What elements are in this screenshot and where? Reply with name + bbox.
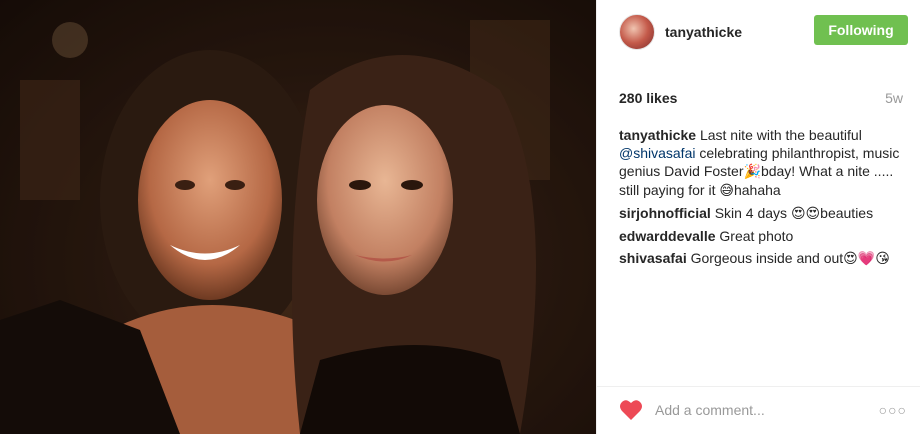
post-sidebar: tanyathicke Following 280 likes 5w tanya… — [596, 0, 920, 434]
post-header: tanyathicke Following — [597, 0, 920, 64]
comment-author[interactable]: tanyathicke — [619, 127, 696, 143]
comment: edwarddevalle Great photo — [619, 227, 909, 245]
add-comment-input[interactable] — [655, 401, 875, 418]
instagram-post: tanyathicke Following 280 likes 5w tanya… — [0, 0, 920, 434]
comment-text-after: beauties — [820, 205, 874, 221]
comment-text: Gorgeous inside and out — [690, 250, 844, 266]
post-age[interactable]: 5w — [885, 90, 903, 106]
more-options-icon[interactable]: ○○○ — [879, 403, 907, 417]
stats-row: 280 likes 5w — [619, 90, 903, 106]
comment-text: Skin 4 days — [714, 205, 791, 221]
photo-illustration — [0, 0, 596, 434]
comment-list: tanyathicke Last nite with the beautiful… — [619, 126, 909, 272]
comment: shivasafai Gorgeous inside and out😍💗😘 — [619, 249, 909, 268]
comment-text: Great photo — [719, 228, 794, 244]
comment-author[interactable]: sirjohnofficial — [619, 205, 711, 221]
comment-author[interactable]: edwarddevalle — [619, 228, 716, 244]
caption-text-4: hahaha — [733, 182, 781, 198]
party-popper-icon: 🎉 — [743, 164, 761, 180]
heart-eyes-icon: 😍😍 — [790, 206, 821, 222]
sweat-smile-icon: 😅 — [719, 183, 734, 199]
caption: tanyathicke Last nite with the beautiful… — [619, 126, 909, 200]
heart-icon[interactable] — [619, 399, 643, 421]
comment-footer: ○○○ — [597, 386, 920, 432]
post-photo[interactable] — [0, 0, 596, 434]
caption-text-1: Last nite with the beautiful — [699, 127, 862, 143]
likes-count[interactable]: 280 likes — [619, 90, 677, 106]
mention-link[interactable]: @shivasafai — [619, 145, 695, 161]
comment-author[interactable]: shivasafai — [619, 250, 687, 266]
comment: sirjohnofficial Skin 4 days 😍😍beauties — [619, 204, 909, 223]
heart-eyes-kiss-icon: 😍💗😘 — [843, 251, 890, 267]
avatar[interactable] — [619, 14, 655, 50]
header-username[interactable]: tanyathicke — [665, 24, 742, 40]
following-button[interactable]: Following — [814, 15, 908, 45]
